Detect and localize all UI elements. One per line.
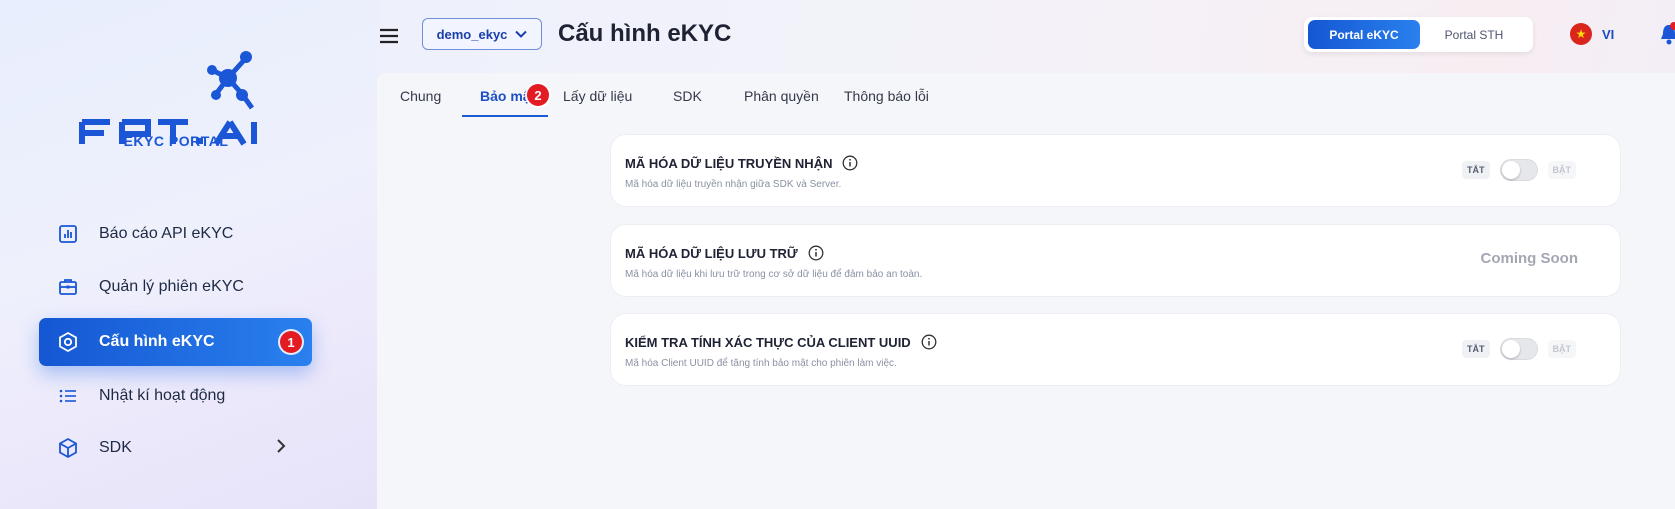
- toggle-on-label: BẬT: [1547, 340, 1576, 358]
- transfer-encryption-toggle[interactable]: [1499, 159, 1538, 181]
- setting-title: MÃ HÓA DỮ LIỆU TRUYỀN NHẬN: [625, 155, 858, 171]
- setting-title: KIỂM TRA TÍNH XÁC THỰC CỦA CLIENT UUID: [625, 334, 937, 350]
- toggle-group: TẮT BẬT: [1462, 338, 1576, 360]
- tab-permissions[interactable]: Phân quyền: [744, 88, 819, 104]
- info-icon[interactable]: [842, 155, 858, 171]
- language-selector[interactable]: ★ VI: [1570, 23, 1614, 45]
- setting-title-text: MÃ HÓA DỮ LIỆU LƯU TRỮ: [625, 245, 798, 261]
- menu-icon[interactable]: [378, 25, 400, 47]
- chart-report-icon: [57, 223, 79, 245]
- settings-hexagon-icon: [57, 331, 79, 353]
- portal-ekyc-button[interactable]: Portal eKYC: [1308, 20, 1420, 49]
- step-badge: 2: [527, 84, 549, 106]
- sidebar-item-label: Quản lý phiên eKYC: [99, 278, 244, 295]
- active-tab-indicator: [462, 115, 548, 117]
- project-select[interactable]: demo_ekyc: [422, 18, 542, 50]
- setting-description: Mã hóa Client UUID để tăng tính bảo mật …: [625, 358, 897, 369]
- sidebar-item-ekyc-config[interactable]: Cấu hình eKYC 1: [39, 318, 312, 366]
- briefcase-icon: [57, 276, 79, 298]
- sidebar-item-label: Nhật kí hoạt động: [99, 387, 226, 404]
- toggle-on-label: BẬT: [1547, 161, 1576, 179]
- info-icon[interactable]: [921, 334, 937, 350]
- bell-icon[interactable]: [1660, 22, 1675, 46]
- chevron-right-icon: [277, 439, 286, 453]
- toggle-knob: [1501, 161, 1520, 179]
- toggle-off-label: TẮT: [1462, 340, 1490, 358]
- sidebar-item-sdk[interactable]: SDK: [39, 424, 312, 472]
- project-select-value: demo_ekyc: [436, 26, 508, 42]
- tab-bar: Chung Bảo mật 2 Lấy dữ liệu SDK Phân quy…: [377, 73, 1675, 121]
- chevron-down-icon: [515, 30, 528, 38]
- tab-sdk[interactable]: SDK: [673, 88, 702, 104]
- client-uuid-toggle[interactable]: [1499, 338, 1538, 360]
- language-label: VI: [1602, 26, 1615, 42]
- page-title: Cấu hình eKYC: [558, 20, 732, 47]
- tab-data-collection[interactable]: Lấy dữ liệu: [563, 88, 632, 104]
- tab-error-notifications[interactable]: Thông báo lỗi: [844, 88, 929, 104]
- sidebar: EKYC PORTAL Báo cáo API eKYC Quản lý phi…: [0, 0, 378, 509]
- sidebar-item-api-report[interactable]: Báo cáo API eKYC: [39, 210, 312, 258]
- tab-general[interactable]: Chung: [400, 88, 441, 104]
- sidebar-item-activity-log[interactable]: Nhật kí hoạt động: [39, 372, 312, 420]
- logo-subtitle: EKYC PORTAL: [123, 133, 229, 149]
- sidebar-item-label: SDK: [99, 439, 132, 456]
- setting-description: Mã hóa dữ liệu truyền nhận giữa SDK và S…: [625, 179, 842, 190]
- portal-sth-button[interactable]: Portal STH: [1418, 20, 1530, 49]
- setting-title: MÃ HÓA DỮ LIỆU LƯU TRỮ: [625, 245, 824, 261]
- setting-card-storage-encryption: MÃ HÓA DỮ LIỆU LƯU TRỮ Mã hóa dữ liệu kh…: [610, 224, 1621, 297]
- info-icon[interactable]: [808, 245, 824, 261]
- list-icon: [57, 385, 79, 407]
- setting-card-transfer-encryption: MÃ HÓA DỮ LIỆU TRUYỀN NHẬN Mã hóa dữ liệ…: [610, 134, 1621, 207]
- setting-title-text: KIỂM TRA TÍNH XÁC THỰC CỦA CLIENT UUID: [625, 334, 911, 350]
- sidebar-item-label: Cấu hình eKYC: [99, 333, 215, 350]
- setting-card-client-uuid: KIỂM TRA TÍNH XÁC THỰC CỦA CLIENT UUID M…: [610, 313, 1621, 386]
- portal-switch: Portal eKYC Portal STH: [1304, 17, 1533, 52]
- toggle-off-label: TẮT: [1462, 161, 1490, 179]
- sidebar-item-label: Báo cáo API eKYC: [99, 225, 234, 242]
- vietnam-flag-icon: ★: [1570, 23, 1592, 45]
- step-badge: 1: [280, 331, 302, 353]
- coming-soon-status: Coming Soon: [1480, 250, 1579, 267]
- setting-title-text: MÃ HÓA DỮ LIỆU TRUYỀN NHẬN: [625, 155, 833, 171]
- toggle-knob: [1501, 340, 1520, 358]
- setting-description: Mã hóa dữ liệu khi lưu trữ trong cơ sở d…: [625, 269, 923, 280]
- cube-icon: [57, 437, 79, 459]
- toggle-group: TẮT BẬT: [1462, 159, 1576, 181]
- sidebar-item-session-management[interactable]: Quản lý phiên eKYC: [39, 263, 312, 311]
- main-content: Chung Bảo mật 2 Lấy dữ liệu SDK Phân quy…: [377, 73, 1675, 509]
